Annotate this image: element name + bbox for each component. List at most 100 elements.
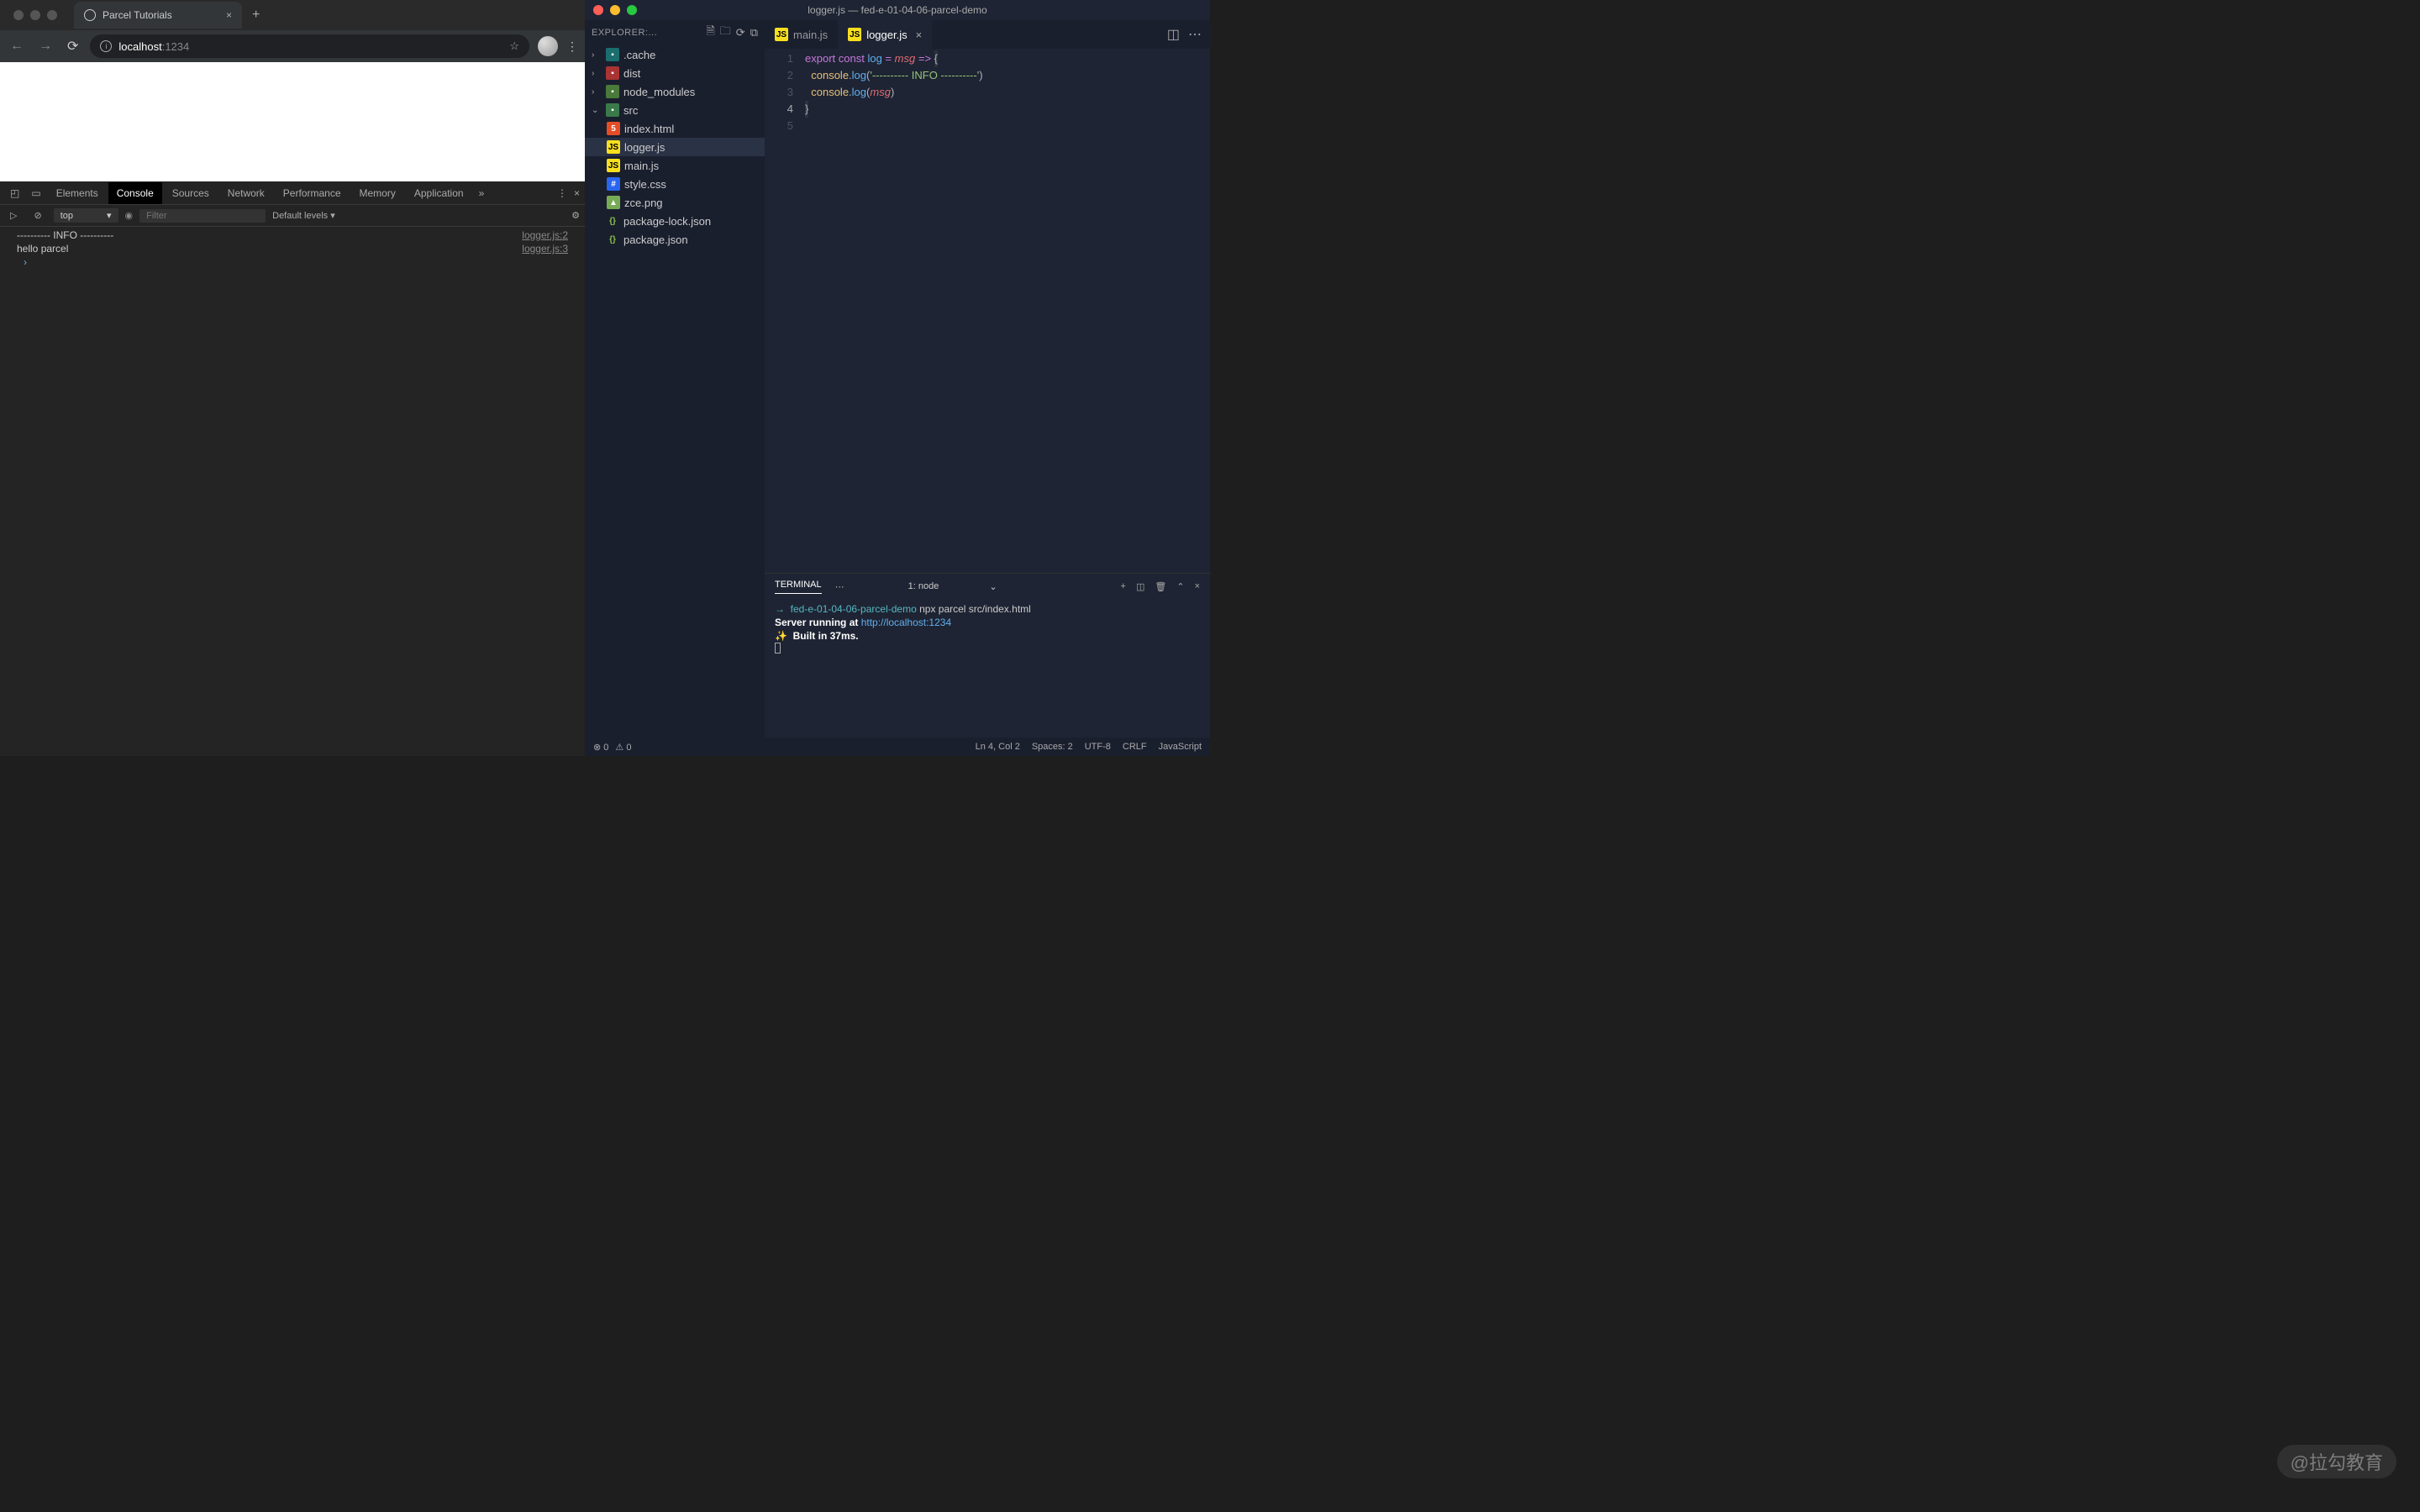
tab-console[interactable]: Console	[108, 182, 162, 204]
new-file-icon[interactable]: 🗎	[706, 24, 714, 42]
trash-icon[interactable]: 🗑	[1155, 581, 1166, 592]
folder-icon: ▪	[606, 85, 619, 98]
url-port: :1234	[162, 40, 190, 53]
split-icon[interactable]: ◫	[1167, 26, 1180, 43]
traffic-light-min[interactable]	[610, 5, 620, 15]
log-source[interactable]: logger.js:2	[522, 229, 568, 241]
tab-memory[interactable]: Memory	[351, 182, 404, 204]
device-icon[interactable]: ▭	[26, 184, 45, 202]
folder-src[interactable]: ⌄▪src	[585, 101, 765, 119]
bookmark-icon[interactable]: ☆	[509, 39, 519, 53]
console-body: ---------- INFO ---------- logger.js:2 h…	[0, 227, 585, 756]
new-terminal-icon[interactable]: +	[1121, 581, 1126, 592]
log-line: hello parcel logger.js:3	[0, 242, 585, 255]
traffic-light-close[interactable]	[593, 5, 603, 15]
terminal-body[interactable]: → fed-e-01-04-06-parcel-demo npx parcel …	[765, 599, 1210, 738]
browser-tab[interactable]: Parcel Tutorials ×	[74, 2, 242, 29]
window-controls	[7, 10, 64, 20]
editor-tab-main[interactable]: JSmain.js	[765, 20, 838, 49]
gear-icon[interactable]: ⚙	[571, 210, 580, 221]
editor-tab-logger[interactable]: JSlogger.js×	[838, 20, 932, 49]
code-lines[interactable]: export const log = msg => { console.log(…	[805, 50, 1210, 573]
file-zce-png[interactable]: ▲zce.png	[585, 193, 765, 212]
status-spaces[interactable]: Spaces: 2	[1032, 742, 1073, 752]
browser-tab-strip: Parcel Tutorials × +	[0, 0, 585, 30]
terminal-panel: TERMINAL ⋯ 1: node⌄ + ◫ 🗑 ⌃ × → fed-e-01…	[765, 573, 1210, 738]
code-editor[interactable]: 12345 export const log = msg => { consol…	[765, 49, 1210, 573]
forward-button[interactable]: →	[35, 35, 55, 57]
reload-button[interactable]: ⟳	[64, 34, 82, 58]
tab-application[interactable]: Application	[406, 182, 472, 204]
levels-select[interactable]: Default levels ▾	[272, 210, 335, 221]
refresh-icon[interactable]: ⟳	[736, 26, 745, 39]
tab-elements[interactable]: Elements	[48, 182, 107, 204]
file-style-css[interactable]: #style.css	[585, 175, 765, 193]
more-icon[interactable]: ⋯	[1188, 26, 1202, 43]
file-package-lock[interactable]: {}package-lock.json	[585, 212, 765, 230]
context-select[interactable]: top▾	[54, 208, 118, 223]
collapse-icon[interactable]: ⧉	[750, 26, 758, 39]
js-icon: JS	[848, 28, 861, 41]
profile-avatar[interactable]	[538, 36, 558, 56]
close-icon[interactable]: ×	[916, 29, 923, 41]
explorer-header: EXPLORER:... 🗎 🗀 ⟳ ⧉	[585, 20, 765, 45]
devtools-tabs: ◰ ▭ Elements Console Sources Network Per…	[0, 181, 585, 205]
terminal-select[interactable]: 1: node⌄	[908, 581, 997, 592]
file-package-json[interactable]: {}package.json	[585, 230, 765, 249]
close-icon[interactable]: ×	[226, 9, 232, 21]
css-icon: #	[607, 177, 620, 191]
status-position[interactable]: Ln 4, Col 2	[976, 742, 1020, 752]
filter-input[interactable]	[139, 209, 266, 223]
more-tabs-icon[interactable]: »	[474, 184, 490, 202]
line-gutter: 12345	[765, 50, 805, 573]
address-bar[interactable]: i localhost:1234 ☆	[90, 34, 529, 58]
terminal-tab[interactable]: TERMINAL	[775, 580, 822, 594]
folder-icon: ▪	[606, 66, 619, 80]
menu-icon[interactable]: ⋮	[566, 39, 578, 54]
chevron-up-icon[interactable]: ⌃	[1176, 581, 1184, 592]
console-toolbar: ▷ ⊘ top▾ ◉ Default levels ▾ ⚙	[0, 205, 585, 227]
folder-node-modules[interactable]: ›▪node_modules	[585, 82, 765, 101]
js-icon: JS	[607, 159, 620, 172]
play-icon[interactable]: ▷	[5, 207, 22, 224]
status-eol[interactable]: CRLF	[1123, 742, 1147, 752]
more-icon[interactable]: ⋯	[835, 581, 844, 592]
explorer-sidebar: EXPLORER:... 🗎 🗀 ⟳ ⧉ ›▪.cache ›▪dist ›▪n…	[585, 20, 765, 738]
inspect-icon[interactable]: ◰	[5, 184, 24, 202]
info-icon[interactable]: i	[100, 40, 112, 52]
tab-performance[interactable]: Performance	[275, 182, 350, 204]
traffic-light-max[interactable]	[627, 5, 637, 15]
log-msg: ---------- INFO ----------	[17, 229, 113, 241]
traffic-light-max[interactable]	[47, 10, 57, 20]
traffic-light-min[interactable]	[30, 10, 40, 20]
new-tab-button[interactable]: +	[242, 8, 270, 23]
devtools-menu-icon[interactable]: ⋮	[557, 187, 567, 199]
file-index-html[interactable]: 5index.html	[585, 119, 765, 138]
log-source[interactable]: logger.js:3	[522, 243, 568, 255]
status-lang[interactable]: JavaScript	[1159, 742, 1202, 752]
devtools-close-icon[interactable]: ×	[574, 187, 580, 199]
url-host: localhost	[118, 40, 161, 53]
new-folder-icon[interactable]: 🗀	[720, 24, 731, 42]
status-warnings[interactable]: ⚠ 0	[615, 742, 631, 753]
status-bar: ⊗ 0 ⚠ 0 Ln 4, Col 2 Spaces: 2 UTF-8 CRLF…	[585, 738, 1210, 756]
status-errors[interactable]: ⊗ 0	[593, 742, 608, 753]
folder-cache[interactable]: ›▪.cache	[585, 45, 765, 64]
file-main-js[interactable]: JSmain.js	[585, 156, 765, 175]
editor-area: JSmain.js JSlogger.js× ◫ ⋯ 12345 export …	[765, 20, 1210, 738]
status-encoding[interactable]: UTF-8	[1085, 742, 1111, 752]
browser-window: Parcel Tutorials × + ← → ⟳ i localhost:1…	[0, 0, 585, 756]
tab-network[interactable]: Network	[219, 182, 273, 204]
close-icon[interactable]: ×	[1195, 581, 1200, 592]
console-prompt[interactable]: ›	[0, 255, 585, 269]
back-button[interactable]: ←	[7, 35, 27, 57]
folder-dist[interactable]: ›▪dist	[585, 64, 765, 82]
html-icon: 5	[607, 122, 620, 135]
window-controls	[593, 5, 637, 15]
split-terminal-icon[interactable]: ◫	[1136, 581, 1144, 592]
tab-sources[interactable]: Sources	[164, 182, 218, 204]
clear-icon[interactable]: ⊘	[29, 207, 46, 224]
eye-icon[interactable]: ◉	[125, 210, 134, 221]
file-logger-js[interactable]: JSlogger.js	[585, 138, 765, 156]
traffic-light-close[interactable]	[13, 10, 24, 20]
